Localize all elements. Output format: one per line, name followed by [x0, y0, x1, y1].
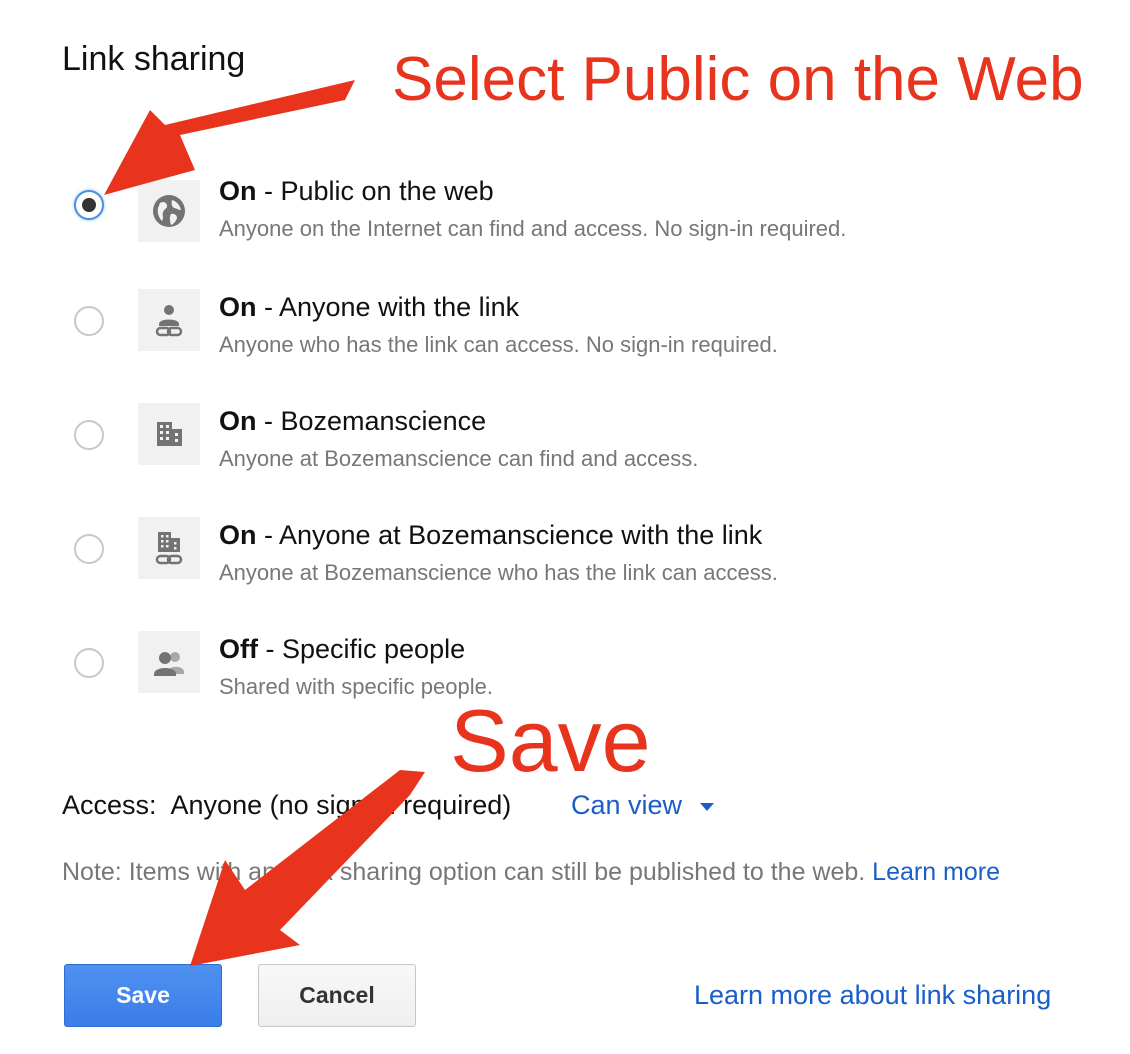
option-title: Off - Specific people	[219, 634, 466, 664]
option-description: Shared with specific people.	[219, 674, 493, 699]
building-link-icon	[138, 517, 200, 579]
dialog-title: Link sharing	[62, 40, 246, 78]
access-value: Anyone (no sign-in required)	[170, 790, 512, 820]
learn-more-about-link-sharing-link[interactable]: Learn more about link sharing	[694, 980, 1051, 1011]
radio-public-on-web[interactable]	[74, 190, 104, 220]
cancel-button[interactable]: Cancel	[258, 964, 416, 1027]
radio-specific-people[interactable]	[74, 648, 104, 678]
option-specific-people[interactable]: Off - Specific people Shared with specif…	[0, 628, 1130, 728]
access-row: Access: Anyone (no sign-in required)	[62, 790, 511, 821]
option-title: On - Anyone at Bozemanscience with the l…	[219, 520, 763, 550]
people-icon	[138, 631, 200, 693]
option-title: On - Bozemanscience	[219, 406, 487, 436]
permission-label: Can view	[571, 790, 683, 820]
annotation-select-public: Select Public on the Web	[392, 45, 1084, 114]
option-title: On - Public on the web	[219, 176, 494, 206]
radio-anyone-with-link[interactable]	[74, 306, 104, 336]
note: Note: Items with any link sharing option…	[62, 858, 1000, 887]
globe-icon	[138, 180, 200, 242]
option-description: Anyone on the Internet can find and acce…	[219, 216, 847, 241]
option-bozemanscience[interactable]: On - Bozemanscience Anyone at Bozemansci…	[0, 400, 1130, 500]
learn-more-link[interactable]: Learn more	[872, 858, 1000, 886]
option-public-on-web[interactable]: On - Public on the web Anyone on the Int…	[0, 170, 1130, 270]
access-label: Access:	[62, 790, 157, 820]
option-bozemanscience-with-link[interactable]: On - Anyone at Bozemanscience with the l…	[0, 514, 1130, 614]
building-icon	[138, 403, 200, 465]
option-description: Anyone who has the link can access. No s…	[219, 332, 778, 357]
caret-down-icon	[700, 802, 715, 811]
option-description: Anyone at Bozemanscience who has the lin…	[219, 560, 778, 585]
radio-bozemanscience[interactable]	[74, 420, 104, 450]
note-text: Note: Items with any link sharing option…	[62, 858, 873, 886]
radio-bozemanscience-with-link[interactable]	[74, 534, 104, 564]
option-title: On - Anyone with the link	[219, 292, 520, 322]
save-button[interactable]: Save	[64, 964, 222, 1027]
permission-dropdown[interactable]: Can view	[571, 790, 715, 821]
person-link-icon	[138, 289, 200, 351]
option-anyone-with-link[interactable]: On - Anyone with the link Anyone who has…	[0, 286, 1130, 386]
option-description: Anyone at Bozemanscience can find and ac…	[219, 446, 699, 471]
